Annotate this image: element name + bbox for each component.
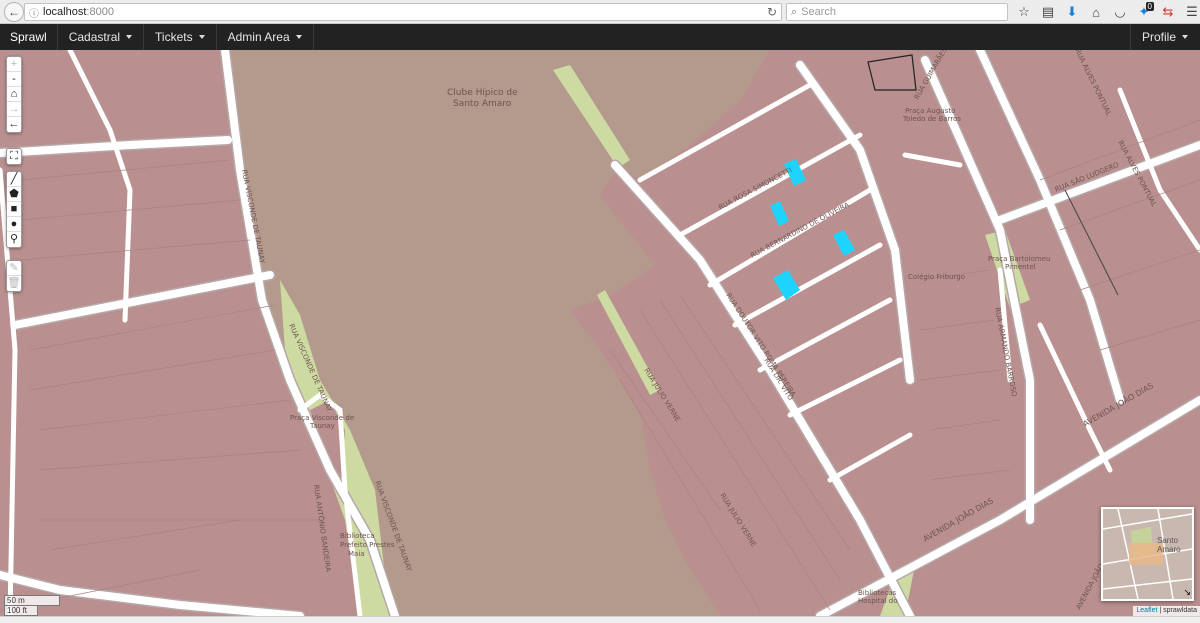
caret-down-icon xyxy=(1182,35,1188,39)
search-placeholder: Search xyxy=(801,6,837,18)
place-label: Prefeito Prestes xyxy=(340,541,395,549)
edit-toolbar: ✎ 🗑 xyxy=(6,260,22,292)
place-label: Colégio Friburgo xyxy=(908,273,965,281)
app-navbar: Sprawl Cadastral Tickets Admin Area Prof… xyxy=(0,24,1200,50)
search-input[interactable]: ⌕ Search xyxy=(786,3,1008,21)
minimap-toggle-icon[interactable]: ↘ xyxy=(1183,587,1191,598)
nav-menu-tickets[interactable]: Tickets xyxy=(144,24,217,50)
back-arrow-icon[interactable]: ← xyxy=(7,117,21,132)
url-text: localhost:8000 xyxy=(43,6,114,18)
caret-down-icon xyxy=(295,35,302,39)
home-view-icon[interactable]: ⌂ xyxy=(7,87,21,102)
caret-down-icon xyxy=(198,35,205,39)
draw-marker-icon[interactable]: ⚲ xyxy=(7,232,21,247)
fullscreen-control: ⛶ xyxy=(6,148,22,165)
place-label: Bibliotecas xyxy=(858,589,897,597)
pocket-icon[interactable]: ◡ xyxy=(1108,2,1132,22)
delete-layers-icon[interactable]: 🗑 xyxy=(7,276,21,291)
search-icon: ⌕ xyxy=(791,5,798,18)
sync-arrows-icon[interactable]: ⇆ xyxy=(1156,2,1180,22)
place-label: Biblioteca xyxy=(340,532,375,540)
place-label: Praça Bartolomeu xyxy=(988,255,1050,263)
forward-arrow-icon[interactable]: → xyxy=(7,102,21,117)
place-label: Pimentel xyxy=(1005,263,1036,271)
map-canvas[interactable]: Clube Hípico de Santo Amaro Praça Viscon… xyxy=(0,50,1200,616)
draw-rectangle-icon[interactable]: ■ xyxy=(7,202,21,217)
minimap-tiles xyxy=(1103,509,1192,599)
zoom-in-button[interactable]: + xyxy=(7,57,21,72)
back-button[interactable]: ← xyxy=(4,1,24,22)
place-label: Clube Hípico de xyxy=(447,88,518,98)
map-tiles[interactable]: Clube Hípico de Santo Amaro Praça Viscon… xyxy=(0,50,1200,616)
place-label: Santo Amaro xyxy=(453,99,512,109)
bookmark-star-icon[interactable]: ☆ xyxy=(1012,2,1036,22)
data-source: sprawldata xyxy=(1163,607,1197,614)
info-icon[interactable]: ⓘ xyxy=(29,5,43,20)
nav-menu-profile[interactable]: Profile xyxy=(1129,24,1200,50)
url-bar[interactable]: ⓘ localhost:8000 ↻ xyxy=(24,3,782,21)
status-bar xyxy=(0,616,1200,623)
caret-down-icon xyxy=(126,35,133,39)
nav-menu-admin-area[interactable]: Admin Area xyxy=(217,24,314,50)
draw-circle-icon[interactable]: ● xyxy=(7,217,21,232)
browser-toolbar-icons: ☆ ▤ ⬇ ⌂ ◡ ✦ 0 ⇆ ☰ xyxy=(1012,2,1200,22)
scale-imperial: 100 ft xyxy=(4,605,38,616)
reload-icon[interactable]: ↻ xyxy=(767,5,777,19)
place-label: Praça Augusto xyxy=(905,107,955,115)
place-label: Taunay xyxy=(309,422,335,430)
place-label: Hospital do xyxy=(858,597,898,605)
zoom-out-button[interactable]: - xyxy=(7,72,21,87)
nav-menu-cadastral[interactable]: Cadastral xyxy=(58,24,145,50)
draw-polyline-icon[interactable]: ╱ xyxy=(7,172,21,187)
home-icon[interactable]: ⌂ xyxy=(1084,2,1108,22)
place-label: Maia xyxy=(348,550,365,558)
zoom-nav-control: + - ⌂ → ← xyxy=(6,56,22,133)
draw-toolbar: ╱ ⬟ ■ ● ⚲ xyxy=(6,171,22,248)
minimap-label: Santo Amaro xyxy=(1157,536,1181,554)
place-label: Praça Visconde de xyxy=(290,414,354,422)
fullscreen-icon[interactable]: ⛶ xyxy=(7,149,21,164)
draw-polygon-icon[interactable]: ⬟ xyxy=(7,187,21,202)
brand-link[interactable]: Sprawl xyxy=(0,24,58,50)
place-label: Toledo de Barros xyxy=(902,115,961,123)
map-attribution: Leaflet | sprawldata xyxy=(1133,606,1200,616)
edit-layers-icon[interactable]: ✎ xyxy=(7,261,21,276)
extension-badge: 0 xyxy=(1145,2,1154,11)
leaflet-link[interactable]: Leaflet xyxy=(1136,607,1157,614)
minimap[interactable]: Santo Amaro ↘ xyxy=(1101,507,1194,601)
hamburger-menu-icon[interactable]: ☰ xyxy=(1180,2,1200,22)
reading-list-icon[interactable]: ▤ xyxy=(1036,2,1060,22)
extension-icon[interactable]: ✦ 0 xyxy=(1132,2,1156,22)
download-icon[interactable]: ⬇ xyxy=(1060,2,1084,22)
browser-toolbar: ← ⓘ localhost:8000 ↻ ⌕ Search ☆ ▤ ⬇ ⌂ ◡ … xyxy=(0,0,1200,24)
